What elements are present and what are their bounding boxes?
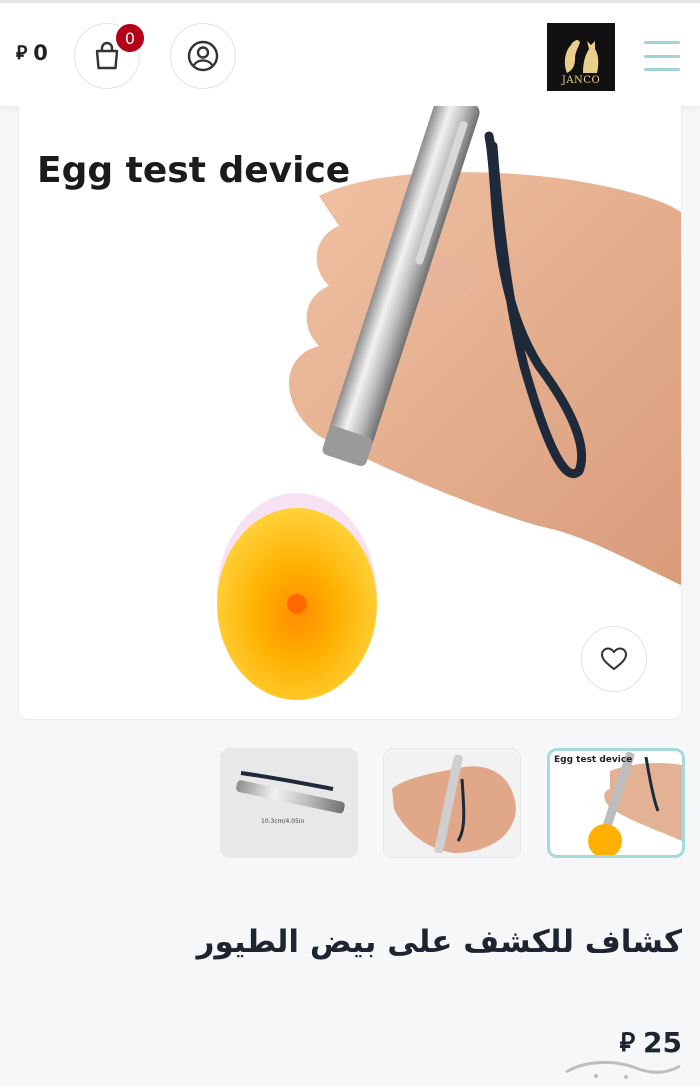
cart-badge: 0 [113, 21, 147, 55]
product-title: كشاف للكشف على بيض الطيور [196, 924, 682, 960]
menu-button[interactable] [644, 41, 680, 71]
currency-symbol: ⃁ [16, 42, 28, 64]
user-icon [187, 40, 219, 72]
menu-icon-line [644, 41, 680, 44]
image-caption: Egg test device [37, 150, 351, 191]
cart-total[interactable]: ⃁ 0 [16, 41, 48, 65]
thumbnail-3[interactable]: 10.3cm/4.05in [220, 748, 358, 858]
top-header: ⃁ 0 0 JANCO [0, 0, 700, 106]
store-logo[interactable]: JANCO [547, 23, 615, 91]
cart-total-amount: 0 [33, 41, 48, 65]
thumbnail-2-image [392, 754, 516, 854]
thumbnail-3-image: 10.3cm/4.05in [236, 771, 345, 825]
account-button[interactable] [170, 23, 236, 89]
thumbnail-2[interactable] [383, 748, 521, 858]
product-photo [217, 106, 681, 700]
wishlist-button[interactable] [581, 626, 647, 692]
logo-text: JANCO [561, 75, 601, 86]
menu-icon-line [644, 54, 680, 58]
product-main-image[interactable]: Egg test device [18, 106, 682, 720]
menu-icon-line [644, 68, 680, 71]
svg-text:10.3cm/4.05in: 10.3cm/4.05in [261, 818, 305, 825]
logo-birds-icon [564, 40, 599, 73]
cart-button[interactable]: 0 [74, 21, 147, 89]
heart-icon [600, 647, 628, 671]
watermark-logo [565, 1060, 681, 1079]
thumbnail-strip: Egg test device 10.3cm/4.05in [0, 748, 700, 860]
thumbnail-1-image [588, 751, 682, 855]
thumbnail-1-caption: Egg test device [554, 755, 633, 765]
thumbnail-1[interactable]: Egg test device [547, 748, 685, 858]
